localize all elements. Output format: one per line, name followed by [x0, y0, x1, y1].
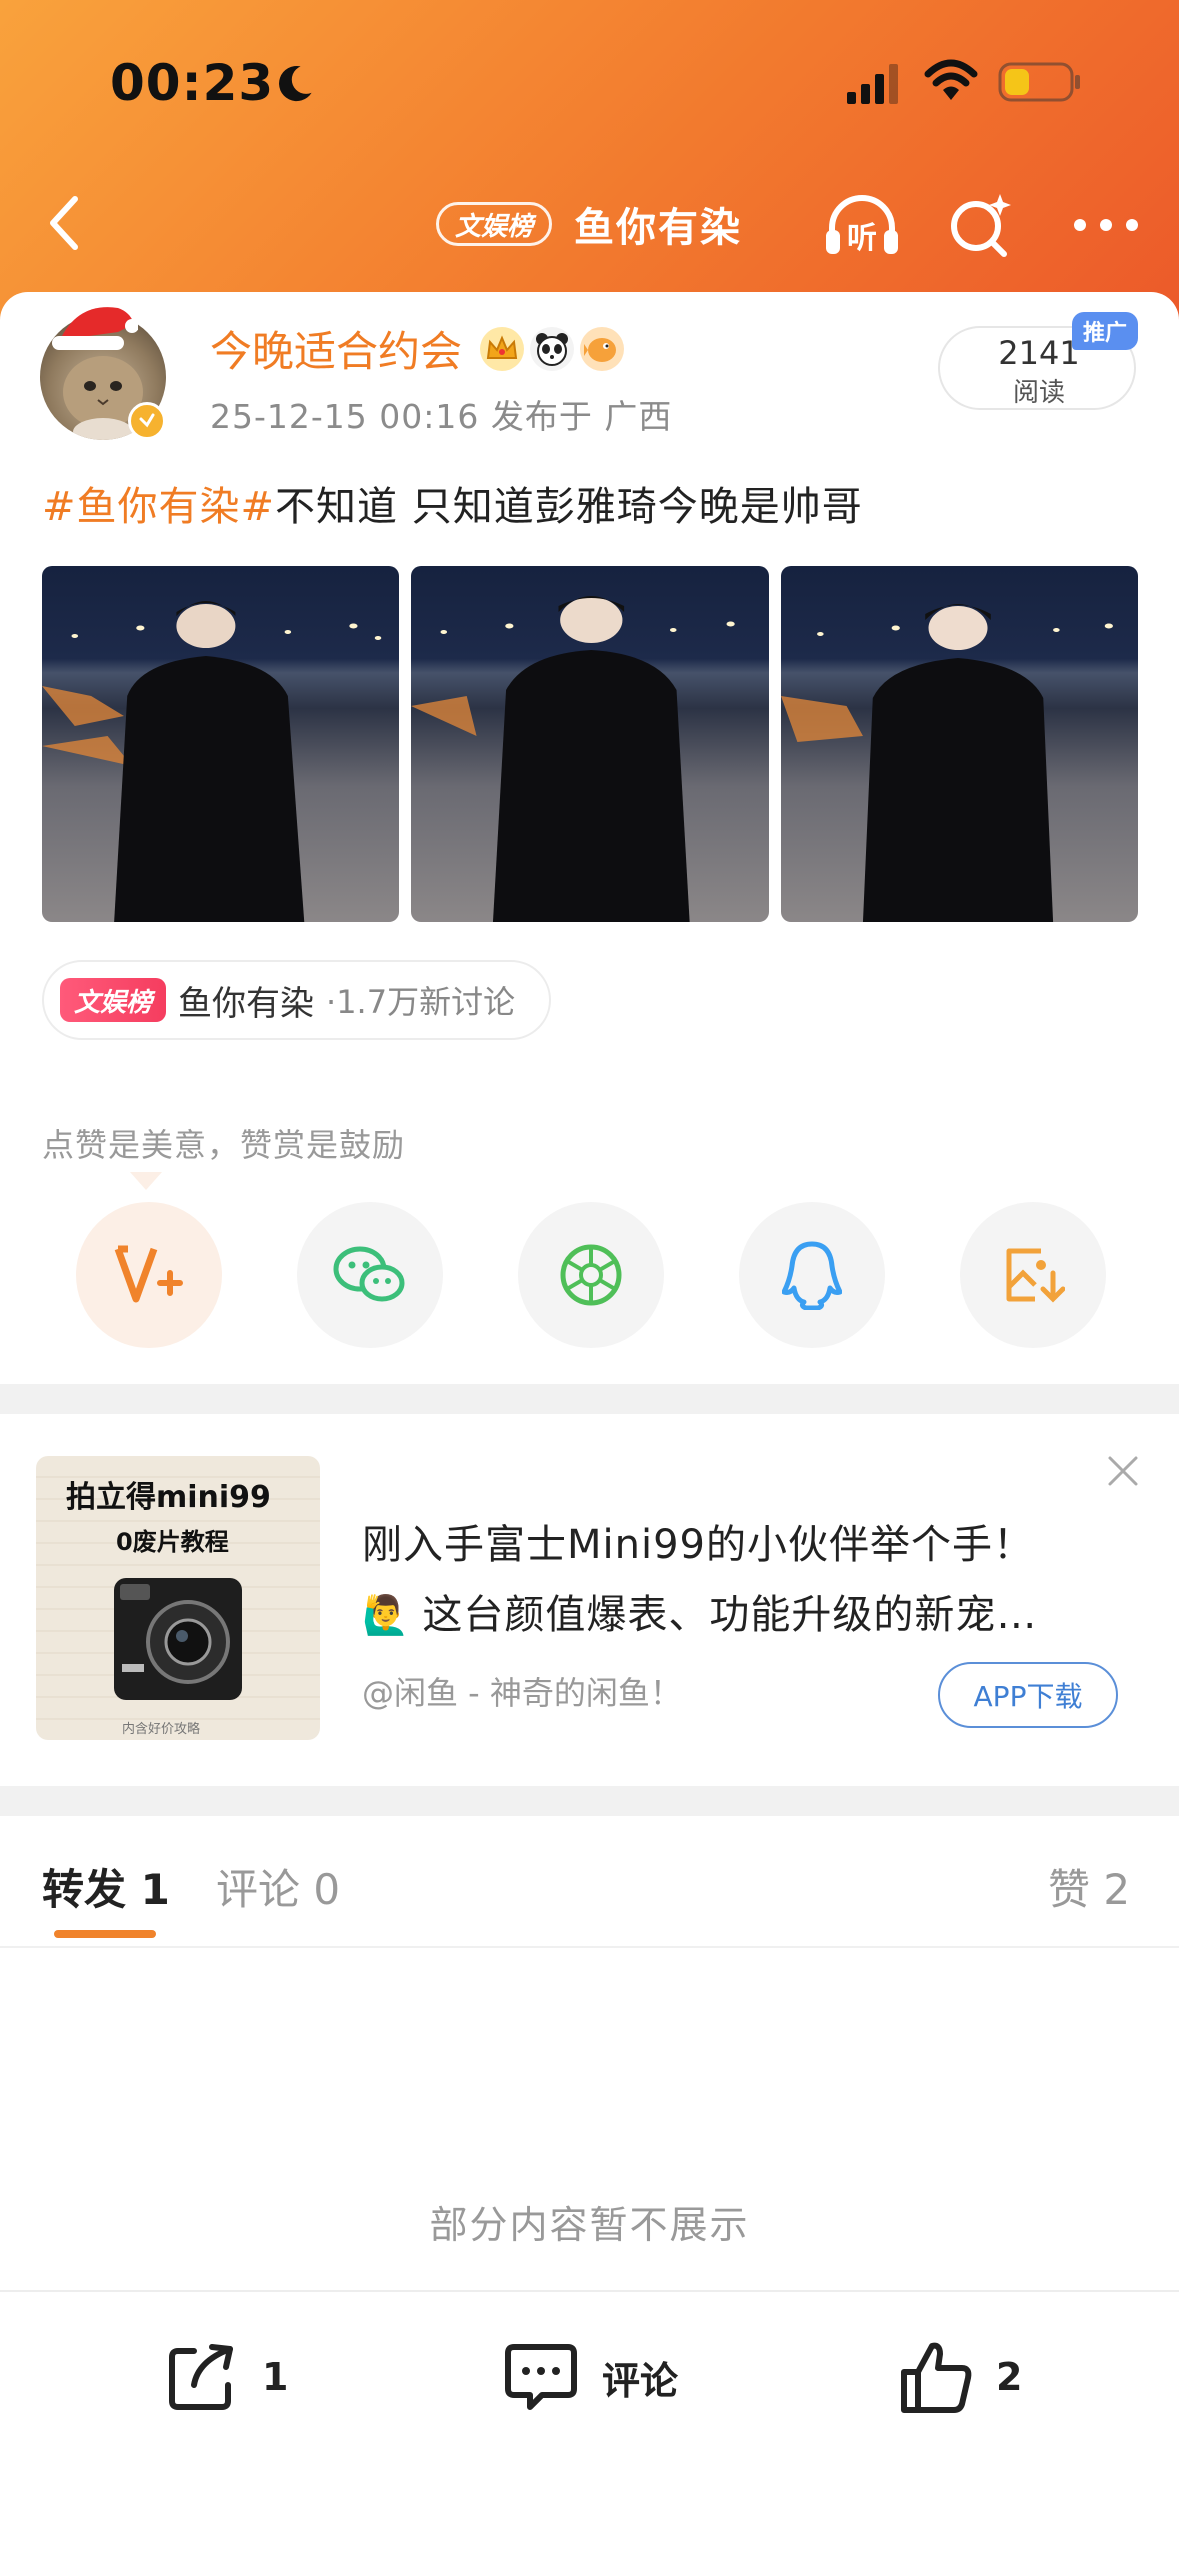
promo-tag: 推广 — [1072, 312, 1138, 350]
crown-icon — [480, 326, 525, 371]
share-wechat-button[interactable] — [297, 1202, 443, 1348]
post-body: 不知道 只知道彭雅琦今晚是帅哥 — [275, 484, 863, 530]
moments-aperture-icon — [560, 1244, 622, 1306]
hashtag-link[interactable]: #鱼你有染# — [42, 484, 275, 530]
listen-label: 听 — [847, 221, 877, 256]
ad-image-footer: 内含好价攻略 — [122, 1722, 201, 1737]
back-chevron-icon — [50, 196, 78, 250]
tab-repost[interactable]: 转发 1 — [42, 1856, 170, 1917]
qq-penguin-icon — [782, 1241, 842, 1310]
comment-bubble-icon — [505, 2344, 577, 2410]
post-photo[interactable] — [42, 566, 400, 922]
photo-illustration — [780, 604, 1113, 922]
avatar[interactable] — [40, 300, 170, 440]
search-button[interactable] — [946, 190, 1016, 260]
more-dots-icon — [1074, 219, 1138, 231]
nav-bar: 文娱榜 鱼你有染 听 — [0, 170, 1179, 280]
wenyu-rank-badge: 文娱榜 — [436, 202, 553, 246]
status-bar: 00:23 — [0, 0, 1179, 170]
wechat-icon — [333, 1246, 405, 1302]
reward-button[interactable] — [76, 1202, 222, 1348]
share-moments-button[interactable] — [518, 1202, 664, 1348]
username-row[interactable]: 今晚适合约会 — [210, 318, 625, 379]
repost-count: 1 — [262, 2355, 289, 2399]
ad-description[interactable]: 🙋‍♂️ 这台颜值爆表、功能升级的新宠… — [362, 1582, 1122, 1640]
read-label: 阅读 — [1012, 378, 1065, 408]
photo-illustration — [42, 601, 382, 922]
status-time: 00:23 — [110, 54, 275, 112]
tab-comment[interactable]: 评论 0 — [216, 1856, 340, 1917]
thumbs-up-icon — [901, 2342, 972, 2413]
santa-hat-icon — [52, 307, 138, 350]
ad-image-subtitle: 0废片教程 — [116, 1528, 229, 1556]
app-download-button[interactable]: APP下载 — [938, 1662, 1118, 1728]
search-sparkle-icon — [951, 194, 1011, 257]
page-title: 鱼你有染 — [574, 205, 743, 251]
checkmark-icon — [139, 413, 155, 428]
instant-camera-illustration — [114, 1578, 242, 1700]
panda-icon — [530, 326, 575, 371]
photo-illustration — [411, 596, 736, 922]
topic-title-group[interactable]: 文娱榜 鱼你有染 — [436, 194, 742, 254]
repost-button[interactable]: 1 — [164, 2332, 288, 2422]
wifi-icon — [924, 59, 978, 100]
user-badges — [480, 326, 625, 371]
reward-prompt: 点赞是美意，赞赏是鼓励 — [42, 1126, 406, 1164]
share-qq-button[interactable] — [739, 1202, 885, 1348]
post-photo[interactable] — [411, 566, 769, 922]
share-row — [76, 1202, 1106, 1348]
back-button[interactable] — [30, 188, 100, 258]
ad-image[interactable]: 拍立得mini99 0废片教程 内含好价攻略 — [36, 1456, 320, 1740]
ad-source: @闲鱼 - 神奇的闲鱼！ — [362, 1674, 682, 1712]
post-meta: 25-12-15 00:16 发布于 广西 — [210, 397, 673, 436]
save-image-button[interactable] — [960, 1202, 1106, 1348]
ad-headline[interactable]: 刚入手富士Mini99的小伙伴举个手！ — [362, 1512, 1034, 1570]
more-button[interactable] — [1066, 190, 1146, 260]
topic-rank-badge: 文娱榜 — [60, 978, 167, 1022]
tab-like[interactable]: 赞 2 — [1048, 1856, 1130, 1917]
section-divider — [0, 1384, 1179, 1414]
comment-label: 评论 — [602, 2358, 679, 2403]
v-plus-icon — [114, 1245, 183, 1303]
like-count: 2 — [996, 2355, 1023, 2399]
ad-description-text: 这台颜值爆表、功能升级的新宠… — [422, 1592, 1038, 1638]
username[interactable]: 今晚适合约会 — [210, 318, 462, 379]
active-tab-indicator — [54, 1930, 156, 1938]
post-text: #鱼你有染#不知道 只知道彭雅琦今晚是帅哥 — [42, 474, 863, 532]
signal-bars-icon — [847, 64, 898, 104]
bottom-action-bar: 1 评论 2 — [0, 2290, 1179, 2556]
hidden-content-note: 部分内容暂不展示 — [429, 2203, 750, 2247]
like-button[interactable]: 2 — [898, 2332, 1022, 2422]
tabs-divider — [0, 1946, 1179, 1948]
save-image-icon — [1006, 1248, 1065, 1303]
pointer-caret-icon — [130, 1172, 162, 1190]
pufferfish-icon — [580, 326, 625, 371]
comment-button[interactable]: 评论 — [502, 2332, 678, 2422]
photo-grid — [42, 566, 1138, 922]
moon-icon — [279, 65, 312, 102]
repost-icon — [169, 2344, 233, 2410]
raising-hand-emoji: 🙋‍♂️ — [362, 1593, 411, 1637]
battery-low-icon — [998, 62, 1080, 102]
listen-button[interactable]: 听 — [822, 190, 902, 260]
headphones-icon: 听 — [826, 195, 898, 256]
section-divider — [0, 1786, 1179, 1816]
topic-name: 鱼你有染 — [178, 983, 315, 1024]
close-icon[interactable] — [1104, 1452, 1142, 1490]
post-photo[interactable] — [780, 566, 1138, 922]
topic-discussion-count: ·1.7万新讨论 — [326, 983, 516, 1021]
ad-image-title: 拍立得mini99 — [66, 1480, 271, 1515]
topic-chip[interactable]: 文娱榜 鱼你有染 ·1.7万新讨论 — [42, 960, 552, 1040]
verified-badge — [128, 402, 166, 440]
